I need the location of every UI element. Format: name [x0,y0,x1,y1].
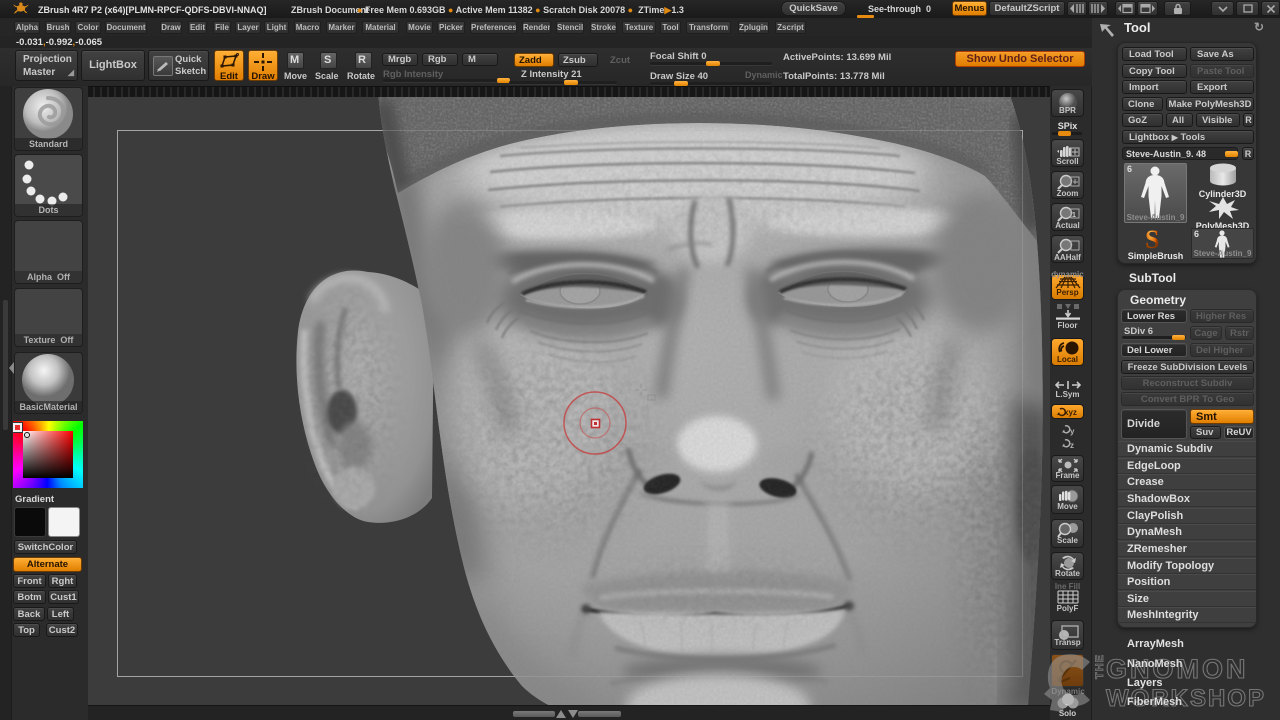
svg-text:THE: THE [1094,654,1106,679]
svg-text:z: z [1070,441,1074,450]
svg-text:GNOMON: GNOMON [1106,654,1249,684]
svg-text:y: y [1070,427,1075,436]
svg-text:WORKSHOP: WORKSHOP [1106,685,1266,712]
svg-text:xyz: xyz [1064,408,1077,417]
svg-text:1: 1 [1072,212,1076,219]
svg-text:S: S [1145,228,1159,250]
